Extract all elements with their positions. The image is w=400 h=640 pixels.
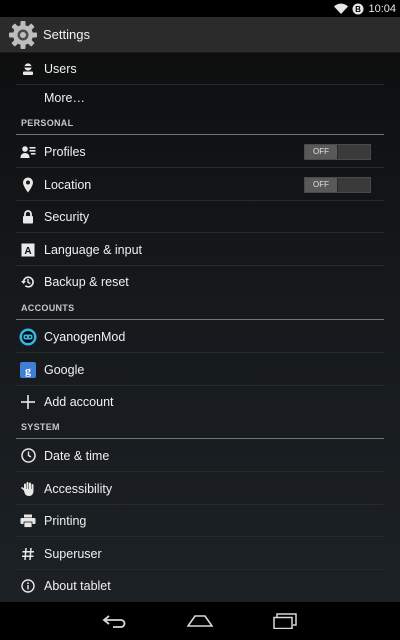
info-icon bbox=[18, 576, 38, 596]
settings-item-label: Location bbox=[44, 177, 92, 192]
user-icon bbox=[18, 59, 38, 79]
section-header-label: SYSTEM bbox=[21, 422, 60, 432]
settings-item-label: CyanogenMod bbox=[44, 329, 126, 344]
settings-item-label: About tablet bbox=[44, 579, 111, 593]
recents-button[interactable] bbox=[255, 602, 315, 640]
settings-item-printing[interactable]: Printing bbox=[16, 505, 384, 537]
recents-icon bbox=[273, 613, 297, 629]
home-icon bbox=[187, 615, 213, 627]
back-icon bbox=[102, 615, 126, 628]
settings-item-accessibility[interactable]: Accessibility bbox=[16, 473, 384, 505]
settings-item-label: More… bbox=[44, 91, 85, 105]
cyanogenmod-icon bbox=[18, 327, 38, 347]
action-bar: Settings bbox=[0, 17, 400, 53]
hash-icon bbox=[18, 544, 38, 564]
keyboard-a-icon: A bbox=[18, 240, 38, 260]
home-button[interactable] bbox=[170, 602, 230, 640]
settings-item-location[interactable]: Location OFF bbox=[16, 169, 384, 201]
settings-gear-icon[interactable] bbox=[8, 20, 38, 50]
svg-text:g: g bbox=[25, 363, 31, 377]
settings-item-label: Add account bbox=[44, 395, 114, 409]
settings-item-label: Printing bbox=[44, 513, 87, 528]
settings-item-about-tablet[interactable]: About tablet bbox=[16, 570, 384, 602]
settings-item-label: Security bbox=[44, 209, 90, 224]
location-toggle-switch[interactable]: OFF bbox=[304, 176, 371, 193]
google-icon: g bbox=[18, 360, 38, 380]
profiles-toggle-switch[interactable]: OFF bbox=[304, 143, 371, 160]
svg-text:B: B bbox=[356, 5, 362, 14]
settings-item-users[interactable]: Users bbox=[16, 53, 384, 85]
section-header-accounts: ACCOUNTS bbox=[16, 301, 384, 320]
settings-item-label: Date & time bbox=[44, 448, 110, 463]
printer-icon bbox=[18, 511, 38, 531]
settings-item-label: Accessibility bbox=[44, 481, 113, 496]
clock-icon bbox=[18, 446, 38, 466]
status-time: 10:04 bbox=[368, 2, 396, 15]
settings-item-superuser[interactable]: Superuser bbox=[16, 538, 384, 570]
sync-badge-icon: B bbox=[352, 3, 364, 14]
settings-item-backup-reset[interactable]: Backup & reset bbox=[16, 266, 384, 298]
location-pin-icon bbox=[18, 175, 38, 195]
svg-text:A: A bbox=[24, 246, 31, 257]
settings-item-label: Language & input bbox=[44, 242, 143, 257]
settings-item-google[interactable]: g Google bbox=[16, 354, 384, 386]
lock-icon bbox=[18, 207, 38, 227]
page-title: Settings bbox=[43, 27, 90, 42]
settings-item-label: Profiles bbox=[44, 144, 86, 159]
navigation-bar bbox=[0, 602, 400, 640]
section-header-system: SYSTEM bbox=[16, 420, 384, 439]
settings-item-label: Users bbox=[44, 61, 77, 76]
settings-item-add-account[interactable]: Add account bbox=[16, 386, 384, 418]
toggle-state-label: OFF bbox=[305, 177, 338, 192]
settings-item-profiles[interactable]: Profiles OFF bbox=[16, 136, 384, 168]
settings-item-language-input[interactable]: A Language & input bbox=[16, 234, 384, 266]
settings-item-label: Superuser bbox=[44, 546, 102, 561]
status-bar: B 10:04 bbox=[0, 0, 400, 17]
section-header-label: ACCOUNTS bbox=[21, 303, 75, 313]
toggle-state-label: OFF bbox=[305, 144, 338, 159]
settings-item-label: Google bbox=[44, 362, 85, 377]
settings-item-label: Backup & reset bbox=[44, 275, 129, 289]
settings-item-security[interactable]: Security bbox=[16, 201, 384, 233]
profiles-icon bbox=[18, 142, 38, 162]
plus-icon bbox=[18, 392, 38, 412]
back-button[interactable] bbox=[85, 602, 145, 640]
settings-item-date-time[interactable]: Date & time bbox=[16, 440, 384, 472]
section-header-personal: PERSONAL bbox=[16, 116, 384, 135]
settings-item-more[interactable]: More… bbox=[16, 82, 384, 114]
status-icons: B 10:04 bbox=[334, 0, 396, 17]
backup-restore-icon bbox=[18, 272, 38, 292]
hand-icon bbox=[18, 479, 38, 499]
settings-item-cyanogenmod[interactable]: CyanogenMod bbox=[16, 321, 384, 353]
wifi-icon bbox=[334, 3, 349, 14]
section-header-label: PERSONAL bbox=[21, 118, 74, 128]
settings-screen: B 10:04 Settings Users More… PERSONAL Pr… bbox=[0, 0, 400, 640]
settings-list: Users More… PERSONAL Profiles OFF Locati… bbox=[0, 53, 400, 602]
